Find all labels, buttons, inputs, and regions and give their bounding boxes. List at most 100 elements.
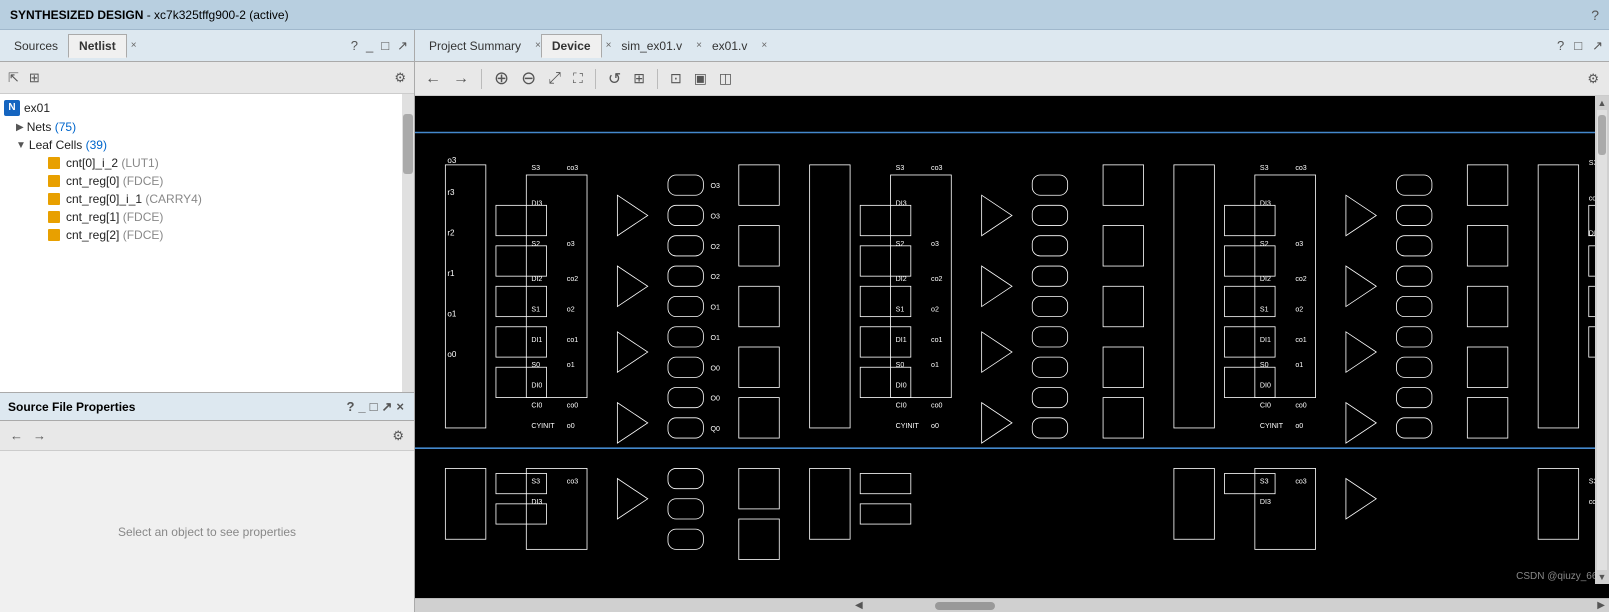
full-screen-icon[interactable]: ⛶ (571, 68, 585, 89)
svg-text:O3: O3 (710, 212, 720, 220)
source-minimize-icon[interactable]: _ (364, 36, 375, 55)
svg-text:S3: S3 (531, 164, 540, 172)
svg-text:o3: o3 (567, 240, 575, 248)
svg-text:DI2: DI2 (1260, 275, 1271, 283)
right-restore-icon[interactable]: □ (1572, 36, 1584, 55)
svg-text:S3: S3 (531, 478, 540, 486)
svg-text:Q0: Q0 (710, 425, 720, 433)
vscroll-track[interactable] (1597, 110, 1607, 570)
svg-text:DI0: DI0 (531, 381, 542, 389)
select-icon[interactable]: ▣ (692, 68, 709, 89)
vscroll-down-icon[interactable]: ▼ (1596, 570, 1609, 584)
svg-text:o2: o2 (931, 306, 939, 314)
leafcells-count: (39) (86, 138, 107, 152)
svg-text:o0: o0 (447, 350, 456, 359)
svg-text:o0: o0 (931, 422, 939, 430)
grid-icon[interactable]: ⊞ (631, 68, 647, 89)
svg-text:co3: co3 (1295, 164, 1306, 172)
hscroll-thumb[interactable] (935, 602, 995, 610)
tab-ex01v[interactable]: ex01.v (702, 35, 757, 57)
source-restore-icon[interactable]: □ (379, 36, 391, 55)
netlist-settings-icon[interactable]: ⚙ (392, 68, 408, 88)
tab-netlist[interactable]: Netlist (68, 34, 127, 58)
svg-text:o0: o0 (567, 422, 575, 430)
tree-item-cntreg2[interactable]: cnt_reg[2] (FDCE) (0, 226, 402, 244)
right-undock-icon[interactable]: ↗ (1590, 36, 1605, 56)
svg-text:DI0: DI0 (1260, 381, 1271, 389)
zoom-in-icon[interactable]: ⊕ (492, 66, 511, 91)
source-props-header: Source File Properties ? _ □ ↗ × (0, 393, 414, 421)
source-props-undock-icon[interactable]: ↗ (380, 397, 395, 417)
vscroll-thumb[interactable] (1598, 115, 1606, 155)
tree-leafcells[interactable]: ▼ Leaf Cells (39) (0, 136, 402, 154)
source-props-forward-icon[interactable]: → (31, 426, 48, 445)
cnt0i2-label: cnt[0]_i_2 (LUT1) (66, 156, 159, 170)
svg-text:co3: co3 (567, 478, 578, 486)
nav-back-icon[interactable]: ← (423, 68, 443, 90)
svg-text:O0: O0 (710, 395, 720, 403)
svg-text:r1: r1 (447, 269, 455, 278)
canvas-settings-icon[interactable]: ⚙ (1585, 69, 1601, 89)
svg-text:co1: co1 (567, 336, 578, 344)
canvas-toolbar: ← → ⊕ ⊖ ⤢ ⛶ ↺ ⊞ ⊡ ▣ ◫ ⚙ (415, 62, 1609, 96)
svg-text:co2: co2 (931, 275, 942, 283)
svg-text:DI3: DI3 (1260, 199, 1271, 207)
source-props-settings-icon[interactable]: ⚙ (390, 426, 406, 446)
tree-root[interactable]: N ex01 (0, 98, 402, 118)
tree-scroll-thumb[interactable] (403, 114, 413, 174)
netlist-tab-close[interactable]: × (131, 40, 137, 51)
svg-text:DI3: DI3 (896, 199, 907, 207)
svg-text:o2: o2 (1295, 306, 1303, 314)
tree-item-cntreg0i1[interactable]: cnt_reg[0]_i_1 (CARRY4) (0, 190, 402, 208)
canvas-horizontal-scrollbar[interactable]: ◀ ▶ (415, 598, 1609, 612)
cntreg0-label: cnt_reg[0] (FDCE) (66, 174, 163, 188)
svg-text:S0: S0 (531, 361, 540, 369)
svg-text:co1: co1 (931, 336, 942, 344)
cntreg1-label: cnt_reg[1] (FDCE) (66, 210, 163, 224)
svg-text:DI1: DI1 (896, 336, 907, 344)
hscroll-right-icon[interactable]: ▶ (1597, 600, 1605, 611)
title-help-icon[interactable]: ? (1591, 7, 1599, 23)
source-props-back-icon[interactable]: ← (8, 426, 25, 445)
tab-project-summary[interactable]: Project Summary (419, 35, 531, 57)
hscroll-left-icon[interactable]: ◀ (855, 600, 863, 611)
ex01v-tab-close[interactable]: × (761, 40, 767, 51)
collapse-all-icon[interactable]: ⇱ (6, 68, 21, 88)
right-panel: Project Summary × Device × sim_ex01.v × … (415, 30, 1609, 612)
leaf-icon-cntreg0 (48, 175, 60, 187)
source-help-icon[interactable]: ? (349, 36, 360, 55)
source-undock-icon[interactable]: ↗ (395, 36, 410, 56)
nav-forward-icon[interactable]: → (451, 68, 471, 90)
nets-count: (75) (55, 120, 76, 134)
source-props-restore-icon[interactable]: □ (368, 397, 380, 416)
route-icon[interactable]: ⊡ (668, 68, 684, 89)
tree-item-cnt0i2[interactable]: cnt[0]_i_2 (LUT1) (0, 154, 402, 172)
tree-nets[interactable]: ▶ Nets (75) (0, 118, 402, 136)
watermark-text: CSDN @qiuzy_666 (1516, 571, 1603, 582)
source-props-minimize-icon[interactable]: _ (356, 397, 367, 416)
source-props-help-icon[interactable]: ? (344, 397, 356, 416)
tab-sources[interactable]: Sources (4, 35, 68, 57)
select2-icon[interactable]: ◫ (717, 68, 734, 89)
refresh-icon[interactable]: ↺ (606, 67, 623, 91)
device-schematic: o3 r3 r2 r1 o1 o0 S3 co3 DI3 S2 o3 DI2 (415, 96, 1609, 598)
svg-text:DI2: DI2 (896, 275, 907, 283)
svg-text:S2: S2 (896, 240, 905, 248)
canvas-vertical-scrollbar[interactable]: ▲ ▼ (1595, 96, 1609, 584)
svg-text:r3: r3 (447, 188, 455, 197)
tree-item-cntreg1[interactable]: cnt_reg[1] (FDCE) (0, 208, 402, 226)
empty-message-text: Select an object to see properties (118, 525, 296, 539)
tab-device[interactable]: Device (541, 34, 602, 58)
expand-all-icon[interactable]: ⊞ (27, 68, 42, 88)
leaf-icon-cntreg2 (48, 229, 60, 241)
tree-item-cntreg0[interactable]: cnt_reg[0] (FDCE) (0, 172, 402, 190)
right-help-icon[interactable]: ? (1555, 36, 1566, 55)
vscroll-up-icon[interactable]: ▲ (1596, 96, 1609, 110)
tab-sim-ex01[interactable]: sim_ex01.v (611, 35, 692, 57)
fit-window-icon[interactable]: ⤢ (546, 68, 563, 90)
svg-text:o1: o1 (447, 310, 456, 319)
source-props-close-icon[interactable]: × (394, 397, 406, 416)
tree-scrollbar[interactable] (402, 94, 414, 392)
zoom-out-icon[interactable]: ⊖ (519, 66, 538, 91)
title-separator: - (147, 8, 154, 22)
